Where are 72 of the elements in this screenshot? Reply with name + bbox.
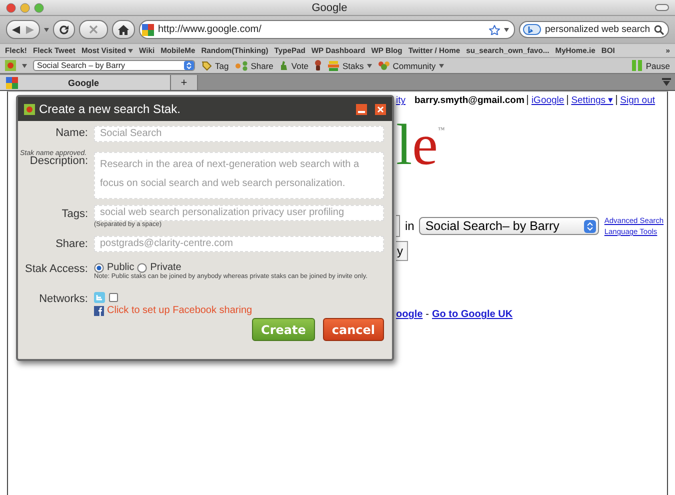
caret-icon xyxy=(44,28,49,32)
checkbox[interactable] xyxy=(109,293,118,302)
tag-icon xyxy=(201,60,212,70)
field-label: Stak Access: xyxy=(24,262,88,275)
search-input[interactable] xyxy=(396,215,400,237)
close-icon[interactable] xyxy=(375,104,386,114)
new-tab-button[interactable]: + xyxy=(170,75,198,90)
radio-button[interactable] xyxy=(94,262,104,272)
facebook-icon xyxy=(94,306,104,316)
field-label: Name: xyxy=(54,126,88,139)
in-label: in xyxy=(405,219,414,233)
vote-button[interactable]: Vote xyxy=(279,60,308,71)
tab-list-icon[interactable] xyxy=(662,78,671,86)
search-icon xyxy=(654,24,664,34)
forward-icon xyxy=(26,26,34,34)
tag-button[interactable]: Tag xyxy=(201,60,229,70)
stepper-icon xyxy=(184,61,194,70)
home-button[interactable] xyxy=(112,20,135,39)
footer-link[interactable]: Go to Google UK xyxy=(432,309,513,320)
dialog-title: Create a new search Stak. xyxy=(39,102,182,116)
radio-label[interactable]: Public xyxy=(107,262,134,273)
pause-button[interactable]: Pause xyxy=(632,60,670,71)
link-separator: - xyxy=(426,309,430,320)
minimize-icon[interactable] xyxy=(356,104,367,114)
footer-link[interactable]: oogle xyxy=(396,309,423,320)
share-icon xyxy=(234,60,248,70)
field-label: Share: xyxy=(54,237,88,250)
caret-icon xyxy=(22,64,27,68)
pause-icon xyxy=(632,60,643,71)
stop-icon xyxy=(89,25,98,34)
caret-icon xyxy=(128,48,134,52)
caret-icon xyxy=(438,64,444,68)
caret-icon xyxy=(504,28,509,32)
search-button[interactable]: y xyxy=(396,241,408,261)
caret-icon xyxy=(366,64,372,68)
field-label: Tags: xyxy=(60,207,88,220)
browser-tab[interactable]: Google xyxy=(0,75,170,90)
share-button[interactable]: Share xyxy=(234,60,274,70)
staks-button[interactable]: Staks xyxy=(328,60,372,70)
star-icon xyxy=(489,24,500,34)
back-icon xyxy=(12,26,20,34)
stack-icon xyxy=(328,60,340,70)
radio-button[interactable] xyxy=(137,262,148,272)
account-link[interactable]: Settings ▾ xyxy=(571,94,614,106)
stak-select[interactable]: Social Search – by Barry xyxy=(33,60,195,71)
cancel-button[interactable]: cancel xyxy=(322,318,384,341)
toolbar-toggle-icon[interactable] xyxy=(655,4,669,11)
account-link[interactable]: Sign out xyxy=(620,95,656,106)
account-email: barry.smyth@gmail.com xyxy=(414,95,524,106)
stak-select[interactable]: Social Search– by Barry xyxy=(419,217,600,235)
radio-label[interactable]: Private xyxy=(150,262,182,273)
account-link[interactable]: iGoogle xyxy=(531,95,564,106)
field-label: Description: xyxy=(30,155,88,167)
field-label: Networks: xyxy=(38,292,88,305)
stak-logo-icon xyxy=(24,104,35,114)
reload-icon xyxy=(59,24,69,34)
people-icon xyxy=(378,60,390,71)
figure-button[interactable] xyxy=(314,60,322,71)
thumb-icon xyxy=(279,60,288,71)
search-field[interactable]: personalized web search xyxy=(519,21,669,38)
stop-button[interactable] xyxy=(79,20,108,39)
community-button[interactable]: Community xyxy=(378,60,444,71)
back-forward-button[interactable] xyxy=(6,20,40,39)
address-field[interactable]: http://www.google.com/ xyxy=(139,20,515,39)
window-title: Google xyxy=(310,2,348,14)
home-icon xyxy=(118,24,129,34)
figure-icon xyxy=(314,60,322,71)
nav-link[interactable]: ity xyxy=(396,95,406,106)
twitter-icon xyxy=(94,292,105,303)
reload-button[interactable] xyxy=(53,20,75,39)
stepper-icon xyxy=(584,220,596,232)
zoom-icon[interactable] xyxy=(34,2,44,12)
